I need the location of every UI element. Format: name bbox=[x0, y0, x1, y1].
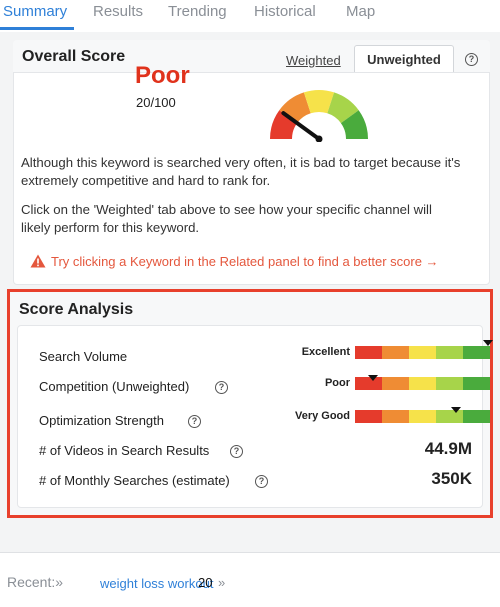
unweighted-tab[interactable]: Unweighted bbox=[354, 45, 454, 73]
metric-marker-competition bbox=[367, 375, 378, 381]
score-analysis-panel: Score Analysis Search Volume Excellent C… bbox=[7, 289, 493, 518]
metric-label-competition: Competition (Unweighted) bbox=[39, 379, 190, 394]
tab-historical[interactable]: Historical bbox=[254, 3, 316, 20]
recent-bar: Recent:» weight loss workout 20 » bbox=[0, 553, 500, 607]
recent-keyword-count: 20 bbox=[198, 575, 213, 590]
overall-score-title: Overall Score bbox=[22, 48, 126, 65]
recent-keyword-link[interactable]: weight loss workout bbox=[100, 576, 213, 591]
weighted-tab-hint: Click on the 'Weighted' tab above to see… bbox=[21, 202, 432, 235]
metric-bar-optimization bbox=[355, 410, 490, 423]
metric-rating-search-volume: Excellent bbox=[301, 346, 350, 358]
videos-help-icon[interactable]: ? bbox=[230, 445, 243, 458]
metric-label-search-volume: Search Volume bbox=[39, 349, 128, 364]
metric-label-optimization: Optimization Strength bbox=[39, 413, 165, 428]
score-value: 20/100 bbox=[136, 95, 176, 110]
active-tab-indicator bbox=[0, 27, 74, 30]
score-analysis-body: Search Volume Excellent Competition (Unw… bbox=[17, 325, 493, 508]
competition-help-icon[interactable]: ? bbox=[215, 381, 228, 394]
tab-summary[interactable]: Summary bbox=[3, 3, 67, 20]
main-tabbar: Summary Results Trending Historical Map bbox=[0, 0, 500, 34]
metric-value-videos: 44.9M bbox=[424, 439, 472, 458]
metric-label-videos: # of Videos in Search Results bbox=[39, 443, 210, 458]
optimization-help-icon[interactable]: ? bbox=[188, 415, 201, 428]
score-explanation: Although this keyword is searched very o… bbox=[21, 155, 461, 188]
metric-label-monthly-searches: # of Monthly Searches (estimate) bbox=[39, 473, 230, 488]
monthly-searches-help-icon[interactable]: ? bbox=[255, 475, 268, 488]
score-grade: Poor bbox=[135, 62, 190, 89]
metric-value-monthly-searches: 350K bbox=[431, 469, 472, 488]
metric-marker-search-volume bbox=[483, 340, 493, 346]
metric-marker-optimization bbox=[451, 407, 462, 413]
score-analysis-title: Score Analysis bbox=[19, 301, 134, 318]
recent-more-link[interactable]: » bbox=[218, 575, 225, 590]
warning-icon bbox=[30, 254, 46, 268]
metric-rating-competition: Poor bbox=[324, 377, 350, 389]
tab-trending[interactable]: Trending bbox=[168, 3, 227, 20]
metric-bar-search-volume bbox=[355, 346, 490, 359]
related-panel-tip[interactable]: Try clicking a Keyword in the Related pa… bbox=[51, 254, 439, 269]
tab-results[interactable]: Results bbox=[93, 3, 143, 20]
help-icon[interactable]: ? bbox=[465, 53, 478, 66]
metric-rating-optimization: Very Good bbox=[294, 410, 350, 422]
recent-label: Recent:» bbox=[7, 574, 64, 590]
tab-map[interactable]: Map bbox=[346, 3, 375, 20]
score-gauge bbox=[269, 90, 369, 142]
weighted-tab[interactable]: Weighted bbox=[286, 53, 341, 68]
